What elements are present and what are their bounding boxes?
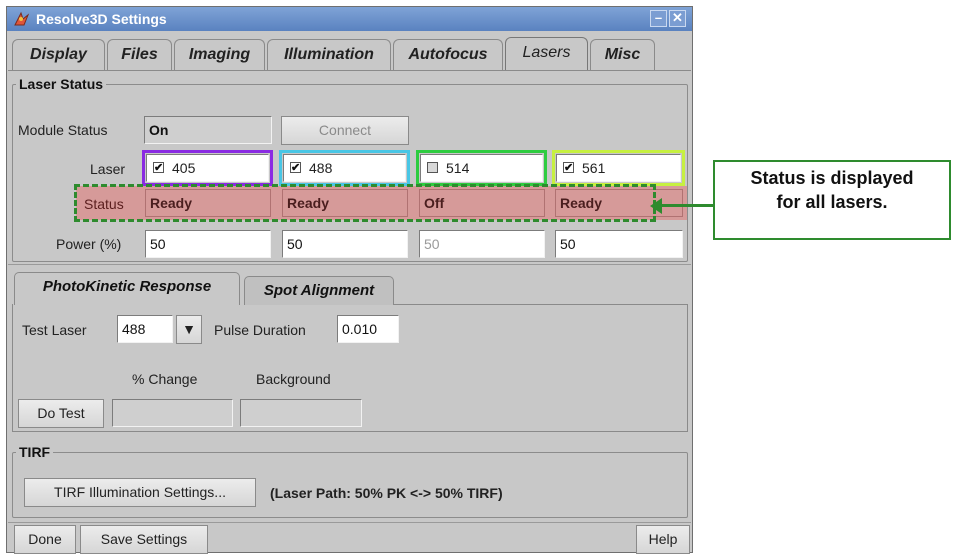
tab-illumination[interactable]: Illumination [267,39,391,70]
tab-autofocus[interactable]: Autofocus [393,39,503,70]
tab-lasers[interactable]: Lasers [505,37,588,70]
pulse-duration-label: Pulse Duration [214,322,306,338]
power-561-input[interactable]: 50 [555,230,683,258]
help-button[interactable]: Help [636,525,690,554]
chevron-down-icon[interactable]: ▼ [176,315,202,344]
laser-label: Laser [90,161,126,177]
subtab-photokinetic[interactable]: PhotoKinetic Response [14,272,240,305]
laser-405-label: 405 [172,160,196,176]
minimize-icon[interactable]: – [650,10,667,27]
callout-line-1: Status is displayed [750,168,914,188]
tab-files[interactable]: Files [107,39,172,70]
status-highlight-box [74,184,656,222]
laser-514-field[interactable] [420,154,543,182]
laser-status-legend: Laser Status [16,76,107,92]
laser-514-label: 514 [446,160,470,176]
section-divider [8,264,691,265]
connect-button[interactable]: Connect [281,116,409,145]
power-514-input[interactable]: 50 [419,230,545,258]
laser-405-field[interactable] [146,154,269,182]
laser-488-label: 488 [309,160,333,176]
laser-405-checkbox[interactable]: ✔ [153,162,164,174]
save-settings-button[interactable]: Save Settings [80,525,208,554]
laser-561-field[interactable] [556,154,681,182]
module-status-field: On [144,116,272,144]
laser-path-text: (Laser Path: 50% PK <-> 50% TIRF) [270,485,503,501]
tirf-legend: TIRF [16,444,54,460]
tirf-settings-button[interactable]: TIRF Illumination Settings... [24,478,256,507]
pulse-duration-input[interactable]: 0.010 [337,315,399,343]
tab-misc[interactable]: Misc [590,39,655,70]
callout-arrow-line [656,204,714,207]
laser-488-checkbox[interactable]: ✔ [290,162,301,174]
background-label: Background [256,371,331,387]
change-field [112,399,233,427]
power-488-input[interactable]: 50 [282,230,408,258]
done-button[interactable]: Done [14,525,76,554]
footer-divider [8,522,691,523]
callout-arrow-head [650,198,662,214]
test-laser-select[interactable]: 488 [117,315,173,343]
callout-line-2: for all lasers. [776,192,888,212]
power-label: Power (%) [56,236,122,252]
laser-561-label: 561 [582,160,606,176]
module-status-label: Module Status [18,122,108,138]
change-label: % Change [132,371,198,387]
power-405-input[interactable]: 50 [145,230,271,258]
tab-display[interactable]: Display [12,39,105,70]
background-field [240,399,362,427]
laser-488-field[interactable] [283,154,406,182]
tab-strip-line [8,70,691,71]
laser-514-checkbox[interactable] [427,162,438,173]
subtab-spot-alignment[interactable]: Spot Alignment [244,276,394,305]
app-icon [13,10,30,27]
laser-561-checkbox[interactable]: ✔ [563,162,574,174]
callout-box: Status is displayed for all lasers. [713,160,951,240]
test-laser-label: Test Laser [22,322,87,338]
window-title: Resolve3D Settings [36,11,167,27]
tab-imaging[interactable]: Imaging [174,39,265,70]
do-test-button[interactable]: Do Test [18,399,104,428]
close-icon[interactable]: ✕ [669,10,686,27]
